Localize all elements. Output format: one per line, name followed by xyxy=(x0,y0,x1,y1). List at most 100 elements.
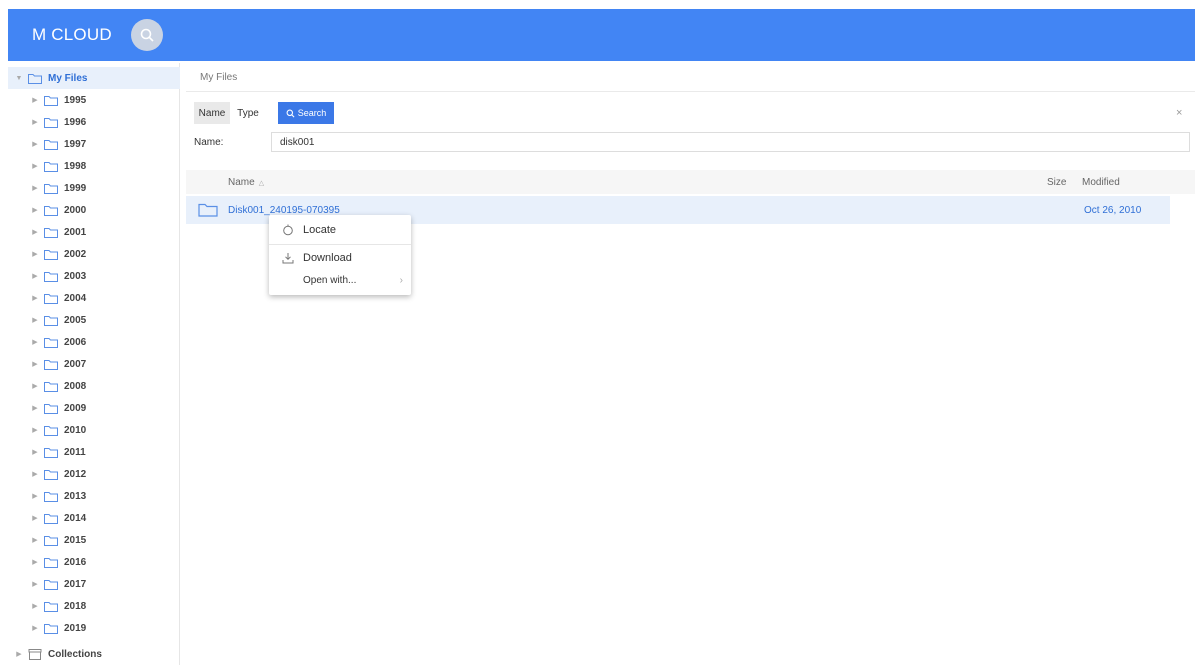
search-button[interactable]: Search xyxy=(278,102,334,124)
sidebar-item-2004[interactable]: ▶ 2004 xyxy=(8,287,180,309)
context-menu-open-with[interactable]: Open with... › xyxy=(269,269,411,291)
sidebar-item-label: 2017 xyxy=(64,578,87,590)
column-header-row: Name △ Size Modified xyxy=(186,170,1195,194)
sidebar-item-label: 2007 xyxy=(64,358,87,370)
avatar[interactable] xyxy=(131,19,163,51)
folder-icon xyxy=(44,161,58,172)
sidebar-item-label: 2005 xyxy=(64,314,87,326)
folder-icon xyxy=(44,447,58,458)
sidebar-item-2016[interactable]: ▶ 2016 xyxy=(8,551,180,573)
chevron-right-icon[interactable]: ▶ xyxy=(30,118,40,126)
chevron-down-icon[interactable]: ▼ xyxy=(14,75,24,82)
chevron-right-icon[interactable]: ▶ xyxy=(30,294,40,302)
chevron-right-icon[interactable]: ▶ xyxy=(30,470,40,478)
sidebar-item-2007[interactable]: ▶ 2007 xyxy=(8,353,180,375)
folder-icon xyxy=(44,601,58,612)
folder-icon xyxy=(44,623,58,634)
chevron-right-icon[interactable]: ▶ xyxy=(30,382,40,390)
chevron-right-icon[interactable]: ▶ xyxy=(30,514,40,522)
close-icon[interactable]: × xyxy=(1176,107,1182,119)
sidebar-item-2010[interactable]: ▶ 2010 xyxy=(8,419,180,441)
chevron-right-icon[interactable]: ▶ xyxy=(30,404,40,412)
divider xyxy=(186,91,1195,92)
sidebar-item-1998[interactable]: ▶ 1998 xyxy=(8,155,180,177)
sidebar-item-2002[interactable]: ▶ 2002 xyxy=(8,243,180,265)
folder-icon xyxy=(44,249,58,260)
sidebar-item-1995[interactable]: ▶ 1995 xyxy=(8,89,180,111)
folder-icon xyxy=(44,513,58,524)
sidebar-item-label: 2000 xyxy=(64,204,87,216)
sidebar-item-label: 1995 xyxy=(64,94,87,106)
chevron-right-icon[interactable]: ▶ xyxy=(30,492,40,500)
column-header-modified[interactable]: Modified xyxy=(1082,177,1120,188)
sidebar-item-label: 2013 xyxy=(64,490,87,502)
sidebar-item-2001[interactable]: ▶ 2001 xyxy=(8,221,180,243)
sidebar-item-2008[interactable]: ▶ 2008 xyxy=(8,375,180,397)
sidebar-item-1997[interactable]: ▶ 1997 xyxy=(8,133,180,155)
folder-icon xyxy=(44,139,58,150)
column-header-name[interactable]: Name △ xyxy=(228,177,264,188)
sidebar-item-1996[interactable]: ▶ 1996 xyxy=(8,111,180,133)
chevron-right-icon[interactable]: ▶ xyxy=(30,272,40,280)
sidebar-item-1999[interactable]: ▶ 1999 xyxy=(8,177,180,199)
chevron-right-icon[interactable]: ▶ xyxy=(30,206,40,214)
chevron-right-icon[interactable]: ▶ xyxy=(30,316,40,324)
chevron-right-icon[interactable]: ▶ xyxy=(30,184,40,192)
chevron-right-icon[interactable]: ▶ xyxy=(30,624,40,632)
sort-asc-icon: △ xyxy=(258,180,265,187)
sidebar-item-2019[interactable]: ▶ 2019 xyxy=(8,617,180,639)
sidebar-item-label: 1997 xyxy=(64,138,87,150)
sidebar-item-label: 2011 xyxy=(64,446,86,458)
sidebar-item-2009[interactable]: ▶ 2009 xyxy=(8,397,180,419)
sidebar-item-2012[interactable]: ▶ 2012 xyxy=(8,463,180,485)
sidebar-item-2015[interactable]: ▶ 2015 xyxy=(8,529,180,551)
chevron-right-icon[interactable]: ▶ xyxy=(14,650,24,658)
sidebar-item-label: 2001 xyxy=(64,226,87,238)
chevron-right-icon[interactable]: ▶ xyxy=(30,536,40,544)
folder-icon xyxy=(44,359,58,370)
sidebar-item-label: 2008 xyxy=(64,380,87,392)
sidebar-item-collections[interactable]: ▶ Collections xyxy=(8,643,180,665)
chevron-right-icon[interactable]: ▶ xyxy=(30,448,40,456)
sidebar-item-2013[interactable]: ▶ 2013 xyxy=(8,485,180,507)
sidebar-item-2003[interactable]: ▶ 2003 xyxy=(8,265,180,287)
name-search-input[interactable] xyxy=(271,132,1190,152)
folder-icon xyxy=(44,557,58,568)
sidebar-item-2018[interactable]: ▶ 2018 xyxy=(8,595,180,617)
folder-icon xyxy=(44,403,58,414)
sidebar-item-label: Collections xyxy=(48,648,102,660)
context-menu-download[interactable]: Download xyxy=(269,247,411,269)
sidebar-item-2006[interactable]: ▶ 2006 xyxy=(8,331,180,353)
folder-icon xyxy=(44,579,58,590)
sidebar-item-2000[interactable]: ▶ 2000 xyxy=(8,199,180,221)
chevron-right-icon[interactable]: ▶ xyxy=(30,360,40,368)
search-icon xyxy=(140,28,154,42)
folder-icon xyxy=(44,95,58,106)
chevron-right-icon[interactable]: ▶ xyxy=(30,558,40,566)
chevron-right-icon: › xyxy=(399,274,403,286)
sidebar-item-2005[interactable]: ▶ 2005 xyxy=(8,309,180,331)
sidebar-item-2014[interactable]: ▶ 2014 xyxy=(8,507,180,529)
search-tab-type[interactable]: Type xyxy=(232,102,264,124)
breadcrumb[interactable]: My Files xyxy=(200,72,237,83)
folder-icon xyxy=(44,315,58,326)
sidebar-item-2011[interactable]: ▶ 2011 xyxy=(8,441,180,463)
chevron-right-icon[interactable]: ▶ xyxy=(30,426,40,434)
chevron-right-icon[interactable]: ▶ xyxy=(30,162,40,170)
file-browser: My Files Name Type Search × Name: Name△ … xyxy=(186,63,1195,665)
sidebar-item-2017[interactable]: ▶ 2017 xyxy=(8,573,180,595)
chevron-right-icon[interactable]: ▶ xyxy=(30,338,40,346)
folder-icon xyxy=(44,117,58,128)
chevron-right-icon[interactable]: ▶ xyxy=(30,580,40,588)
context-menu-locate[interactable]: Locate xyxy=(269,219,411,241)
chevron-right-icon[interactable]: ▶ xyxy=(30,96,40,104)
chevron-right-icon[interactable]: ▶ xyxy=(30,140,40,148)
search-tab-name[interactable]: Name xyxy=(194,102,230,124)
column-header-size[interactable]: Size xyxy=(1047,177,1066,188)
chevron-right-icon[interactable]: ▶ xyxy=(30,228,40,236)
chevron-right-icon[interactable]: ▶ xyxy=(30,602,40,610)
app-logo[interactable]: M CLOUD xyxy=(32,25,112,45)
sidebar-item-label: 2015 xyxy=(64,534,87,546)
sidebar-item-my-files[interactable]: ▼ My Files xyxy=(8,67,180,89)
chevron-right-icon[interactable]: ▶ xyxy=(30,250,40,258)
